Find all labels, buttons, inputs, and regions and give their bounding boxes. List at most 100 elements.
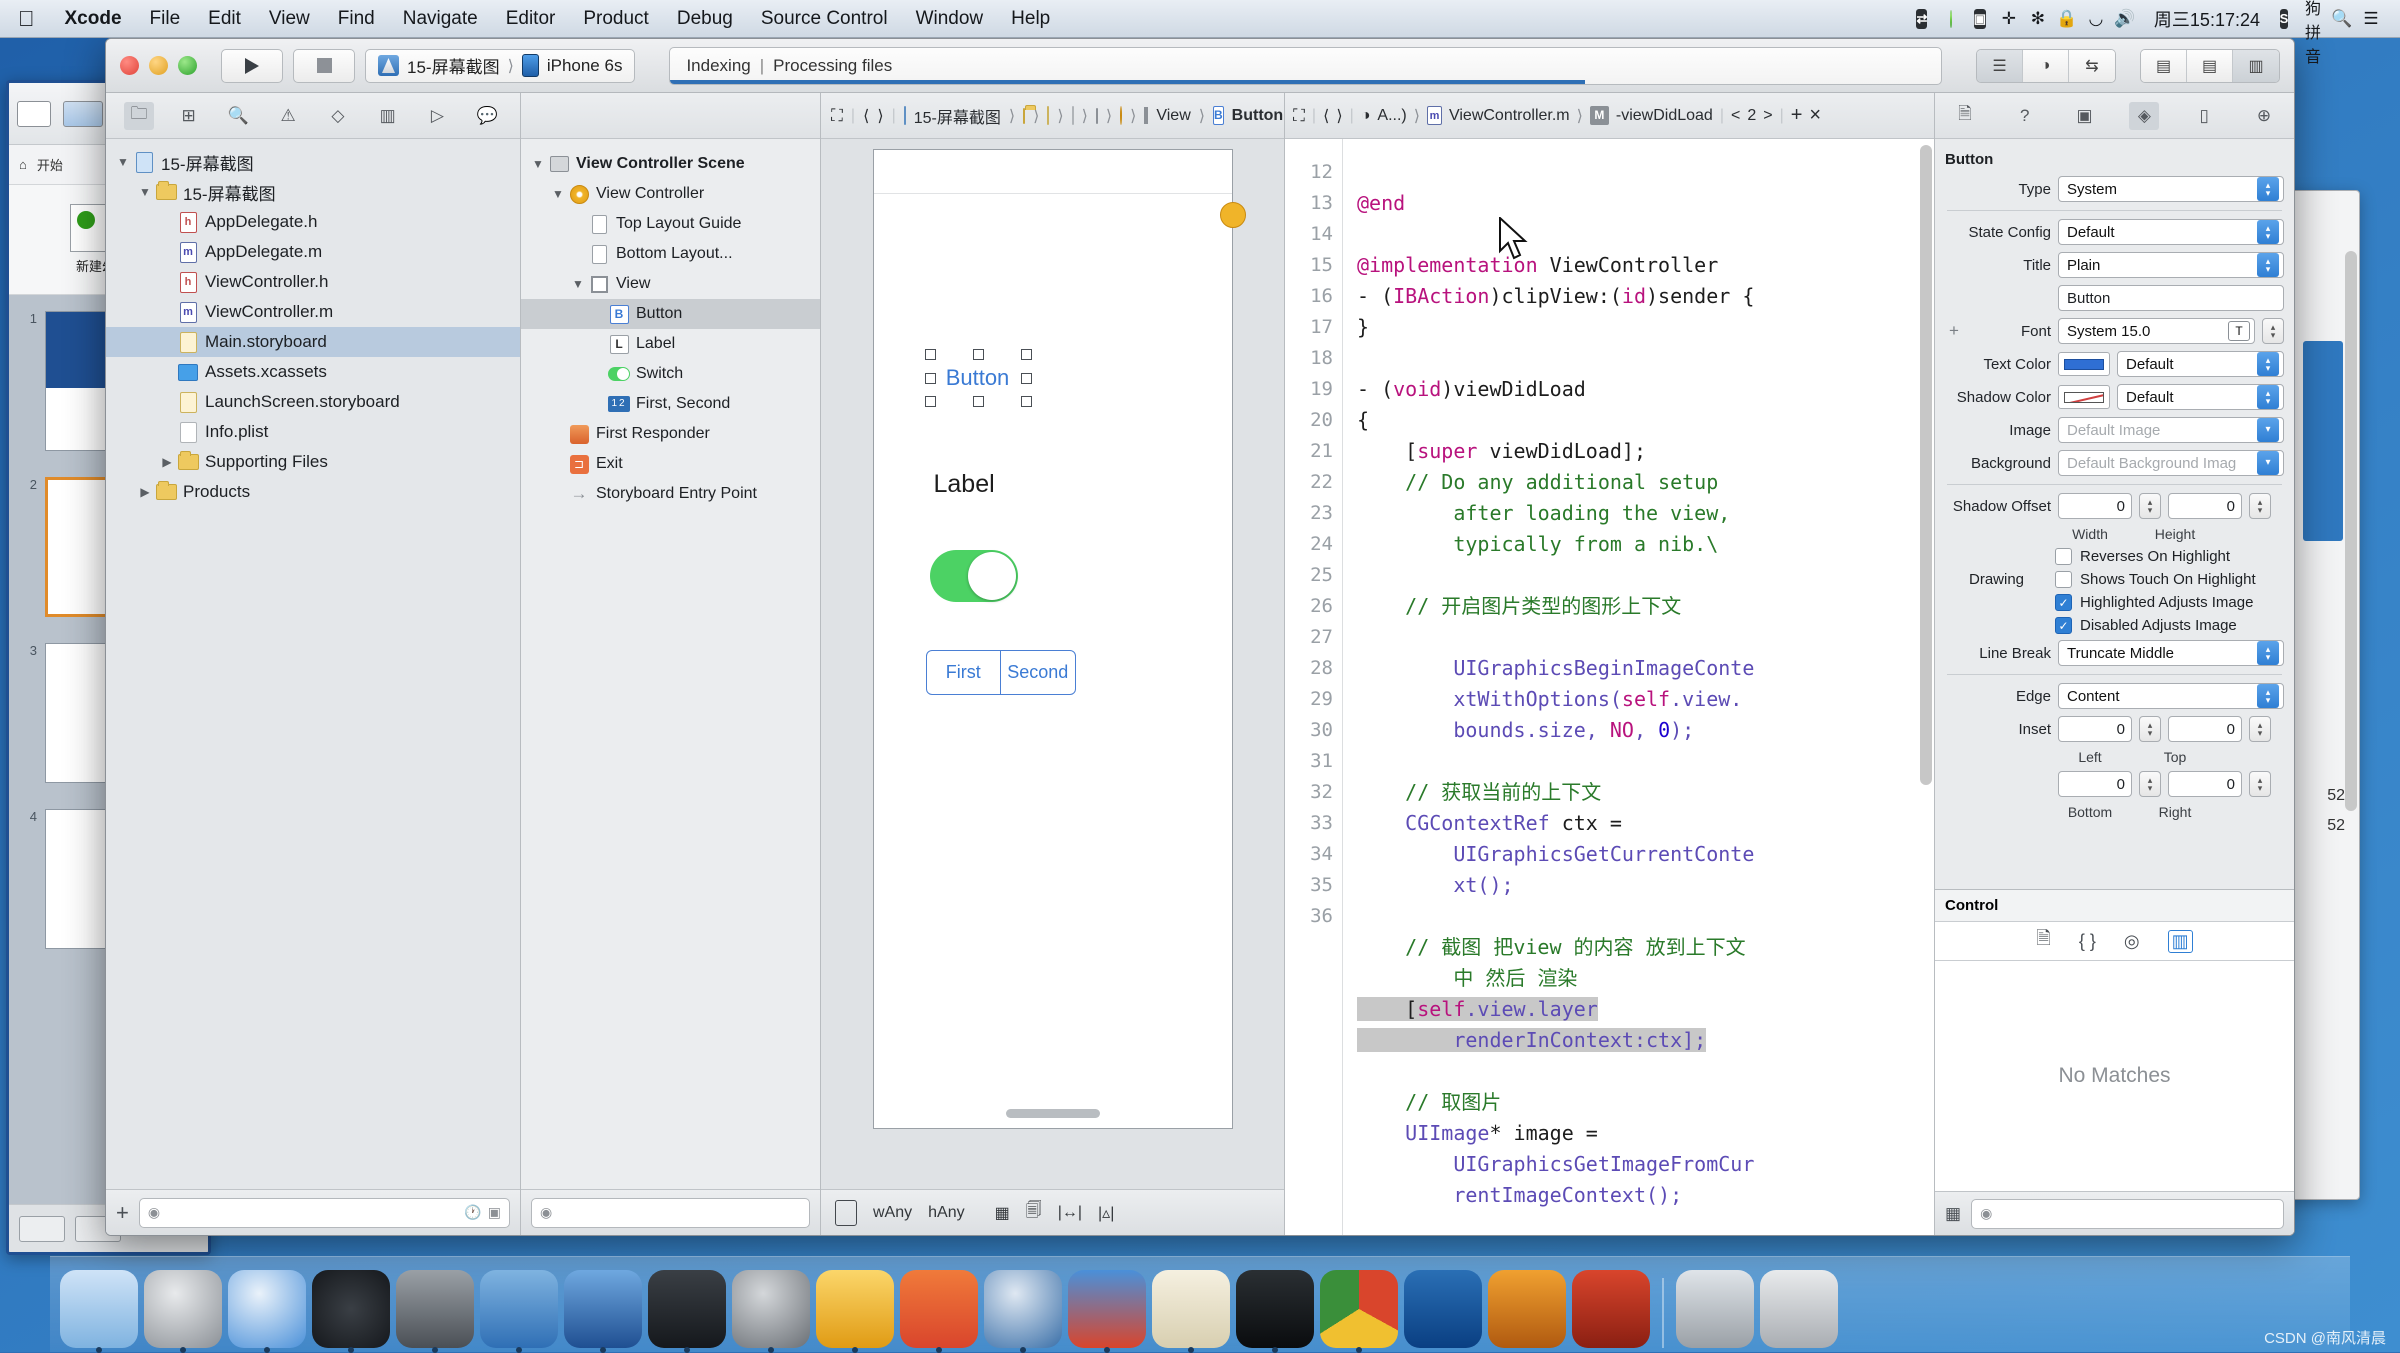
shadow-offset-width-input[interactable]: 0 (2058, 493, 2132, 519)
canvas-scroll-indicator[interactable] (1006, 1109, 1100, 1118)
menu-item-debug[interactable]: Debug (663, 8, 747, 30)
library-tab-bar[interactable]: 🗎 { } ◎ ▥ (1935, 921, 2294, 961)
wifi-icon[interactable]: ◟◞ (2084, 9, 2108, 29)
table-icon[interactable] (63, 101, 103, 127)
chevron-updown-icon[interactable]: ▴▾ (2257, 684, 2279, 708)
nav-item-viewcontroller-h[interactable]: hViewController.h (106, 267, 520, 297)
size-class-h[interactable]: hAny (928, 1204, 964, 1222)
background-field-row[interactable]: Background Default Background Imag ▾ (1943, 450, 2284, 476)
switch-knob[interactable] (968, 552, 1016, 600)
opera-icon[interactable] (312, 1270, 390, 1348)
chevron-updown-icon[interactable]: ▴▾ (2257, 352, 2279, 376)
xcode-window[interactable]: 15-屏幕截图 ⟩ iPhone 6s Indexing | Processin… (105, 38, 2295, 1236)
background-combo[interactable]: Default Background Imag ▾ (2058, 450, 2284, 476)
shadow-offset-height-stepper[interactable]: ▴▾ (2249, 493, 2271, 519)
code-line[interactable]: - (IBAction)clipView:(id)sender { (1357, 281, 1924, 312)
close-editor-button[interactable]: × (1809, 104, 1821, 127)
chevron-updown-icon[interactable]: ▴▾ (2257, 220, 2279, 244)
code-line[interactable]: after loading the view, (1357, 498, 1924, 529)
pin-icon[interactable]: |↔| (1058, 1204, 1082, 1222)
canvas-footer[interactable]: wAny hAny ▦ 🗐 |↔| |▵| (821, 1189, 1284, 1235)
system-preferences-icon[interactable] (732, 1270, 810, 1348)
canvas-stage[interactable]: Button Label F (821, 139, 1284, 1189)
library-filter-field[interactable]: ◉ (1971, 1199, 2284, 1229)
code-line[interactable]: renderInContext:ctx]; (1357, 1025, 1924, 1056)
code-line[interactable] (1357, 560, 1924, 591)
code-line[interactable]: { (1357, 405, 1924, 436)
disclosure-triangle-open-icon[interactable]: ▼ (114, 155, 132, 169)
crumb-project[interactable]: 15-屏幕截图 (914, 104, 1001, 128)
back-chevron-icon[interactable]: ⟨ (1323, 106, 1329, 126)
title-field-row[interactable]: Title Plain ▴▾ (1943, 252, 2284, 278)
outline-item-first-second[interactable]: 12First, Second (521, 389, 820, 419)
shadow-offset-height-input[interactable]: 0 (2168, 493, 2242, 519)
title-text-input[interactable]: Button (2058, 285, 2284, 311)
view-controller-icon[interactable] (1120, 106, 1122, 125)
drawing-option-row[interactable]: ✓ Disabled Adjusts Image (1935, 617, 2284, 634)
font-field-row[interactable]: + Font System 15.0 T ▴▾ (1943, 318, 2284, 344)
quick-help-icon[interactable]: ? (2010, 102, 2040, 130)
nav-item-appdelegate-h[interactable]: hAppDelegate.h (106, 207, 520, 237)
safari-icon[interactable] (228, 1270, 306, 1348)
outline-item-label[interactable]: LLabel (521, 329, 820, 359)
utilities-inspector-panel[interactable]: 🗎 ? ▣ ◈ ▯ ⊕ Button Type System ▴▾ (1934, 93, 2294, 1235)
resize-handle[interactable] (973, 396, 984, 407)
iterm-icon[interactable] (1236, 1270, 1314, 1348)
forward-chevron-icon[interactable]: ⟩ (877, 106, 883, 126)
menu-item-view[interactable]: View (255, 8, 324, 30)
identity-inspector-icon[interactable]: ▣ (2070, 102, 2100, 130)
input-method-label[interactable]: 搜狗拼音 (2301, 0, 2325, 67)
inset-top-input[interactable]: 0 (2168, 716, 2242, 742)
assistant-target-icon[interactable]: ◑ (1361, 107, 1371, 125)
calendar-icon[interactable] (1152, 1270, 1230, 1348)
code-line[interactable]: [self.view.layer (1357, 994, 1924, 1025)
font-field[interactable]: System 15.0 T (2058, 318, 2255, 344)
drawing-option-row[interactable]: Drawing Shows Touch On Highlight (1935, 571, 2284, 588)
code-line[interactable]: rentImageContext(); (1357, 1180, 1924, 1211)
view-icon[interactable] (1144, 107, 1148, 124)
shows-touch-on-highlight-checkbox[interactable] (2055, 571, 2072, 588)
view-controller-scene-canvas[interactable]: Button Label F (873, 149, 1233, 1129)
add-file-button[interactable]: + (116, 1200, 129, 1226)
search-icon[interactable]: 🔍 (2330, 9, 2354, 29)
disclosure-triangle-closed-icon[interactable]: ▶ (136, 485, 154, 499)
imovie-icon[interactable] (396, 1270, 474, 1348)
size-inspector-icon[interactable]: ▯ (2189, 102, 2219, 130)
illustrator-icon[interactable] (1488, 1270, 1566, 1348)
shadow-color-popup[interactable]: Default ▴▾ (2117, 384, 2284, 410)
title-text-field-row[interactable]: Button (1943, 285, 2284, 311)
airdrop-icon[interactable]: ✛ (1997, 9, 2021, 29)
menu-item-editor[interactable]: Editor (492, 8, 570, 30)
code-line[interactable] (1357, 622, 1924, 653)
resize-handle[interactable] (925, 349, 936, 360)
inset-top-stepper[interactable]: ▴▾ (2249, 716, 2271, 742)
report-navigator-icon[interactable]: 💬 (472, 102, 502, 130)
counter-prev-button[interactable]: < (1731, 107, 1740, 125)
outline-item-storyboard-entry-point[interactable]: →Storyboard Entry Point (521, 479, 820, 509)
terminal-icon[interactable] (648, 1270, 726, 1348)
menu-item-window[interactable]: Window (902, 8, 998, 30)
related-items-icon[interactable]: ⛶ (1293, 106, 1305, 126)
resize-handle[interactable] (925, 396, 936, 407)
code-snippet-library-icon[interactable]: { } (2079, 931, 2096, 952)
disclosure-triangle-open-icon[interactable]: ▼ (569, 277, 587, 291)
disabled-adjusts-image-checkbox[interactable]: ✓ (2055, 617, 2072, 634)
edge-popup[interactable]: Content ▴▾ (2058, 683, 2284, 709)
nav-item-viewcontroller-m[interactable]: mViewController.m (106, 297, 520, 327)
add-editor-button[interactable]: + (1791, 104, 1803, 127)
image-field-row[interactable]: Image Default Image ▾ (1943, 417, 2284, 443)
view-as-device-icon[interactable] (835, 1200, 857, 1226)
line-break-popup[interactable]: Truncate Middle ▴▾ (2058, 640, 2284, 666)
drawing-option-row[interactable]: Reverses On Highlight (1935, 548, 2284, 565)
home-tab-icon[interactable]: ⌂ (19, 157, 27, 172)
nav-item-main-storyboard[interactable]: Main.storyboard (106, 327, 520, 357)
font-picker-icon[interactable]: T (2228, 321, 2250, 341)
type-popup[interactable]: System ▴▾ (2058, 176, 2284, 202)
navigator-footer[interactable]: + ◉ 🕐 ▣ (106, 1189, 520, 1235)
library-grid-icon[interactable]: ▦ (1945, 1204, 1961, 1224)
chevron-down-icon[interactable]: ▾ (2257, 418, 2279, 442)
xcode-icon[interactable] (480, 1270, 558, 1348)
resolve-issues-icon[interactable]: |▵| (1098, 1203, 1114, 1223)
xcode-beta-icon[interactable] (564, 1270, 642, 1348)
code-line[interactable]: bounds.size, NO, 0); (1357, 715, 1924, 746)
